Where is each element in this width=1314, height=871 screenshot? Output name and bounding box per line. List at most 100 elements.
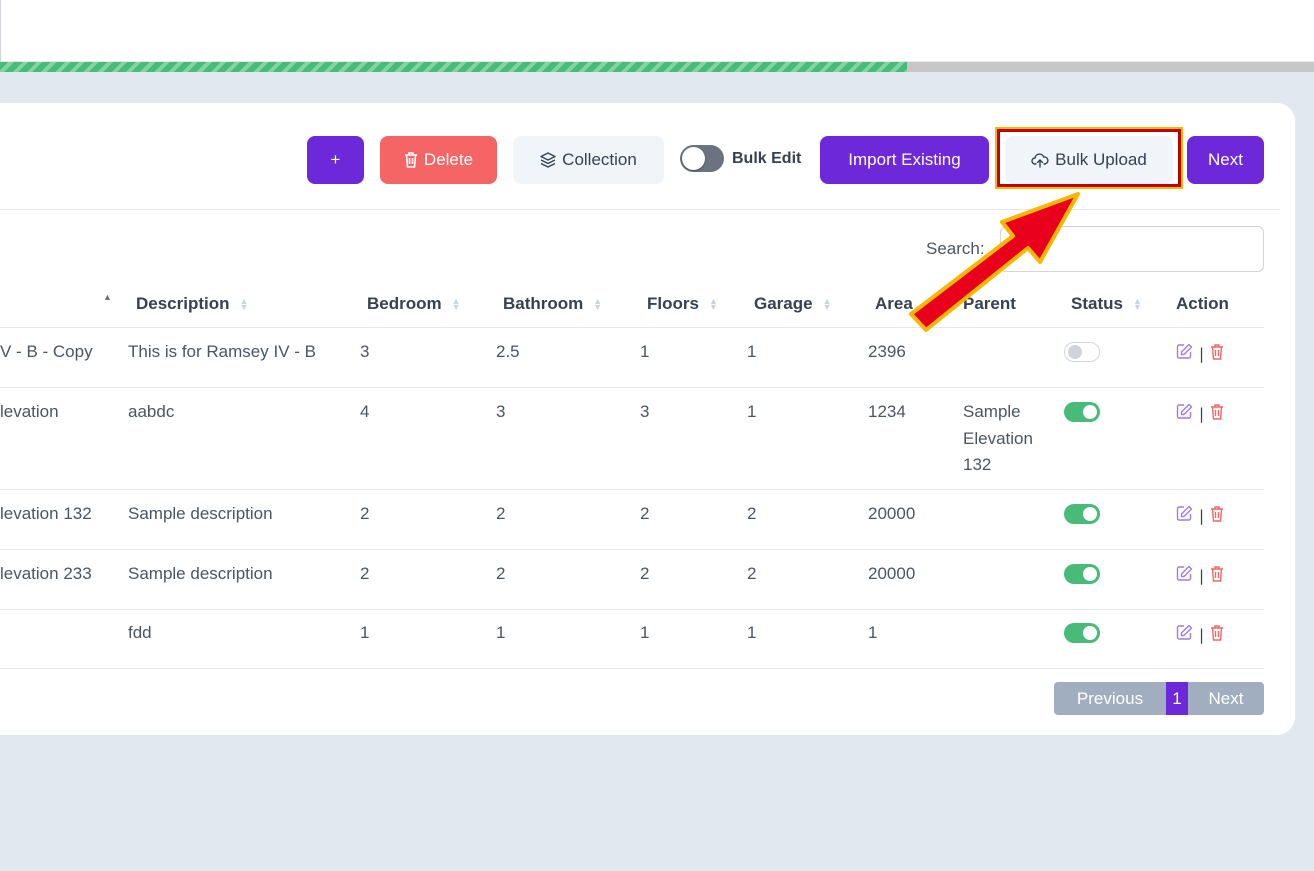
pagination: Previous 1 Next — [1054, 682, 1264, 715]
column-header-parent: Parent — [963, 294, 1016, 314]
action-separator: | — [1199, 625, 1205, 644]
previous-page-button[interactable]: Previous — [1054, 682, 1166, 715]
cell-bathroom: 2.5 — [496, 342, 520, 361]
column-header-description[interactable]: Description ▲ ▼ — [136, 294, 248, 314]
cell-floors: 1 — [640, 342, 650, 361]
toolbar-divider — [0, 209, 1280, 210]
edit-icon[interactable] — [1176, 565, 1193, 586]
edit-icon[interactable] — [1176, 403, 1193, 424]
delete-icon[interactable] — [1210, 624, 1224, 645]
cell-garage: 1 — [747, 402, 757, 421]
trash-icon — [404, 152, 418, 168]
bulk-edit-toggle[interactable] — [680, 145, 724, 172]
progress-bar — [0, 62, 1314, 72]
import-existing-label: Import Existing — [848, 150, 961, 169]
row-actions: | — [1176, 624, 1224, 645]
cell-bedroom: 4 — [360, 402, 370, 421]
sort-name-column[interactable]: ▲ — [93, 293, 112, 302]
header-label: Floors — [647, 294, 699, 313]
column-header-garage[interactable]: Garage ▲ ▼ — [754, 294, 832, 314]
column-header-bathroom[interactable]: Bathroom ▲ ▼ — [503, 294, 602, 314]
cell-area: 20000 — [868, 504, 916, 523]
bulk-upload-button[interactable]: Bulk Upload — [1005, 136, 1173, 184]
progress-fill — [0, 62, 907, 72]
cell-area: 1234 — [868, 402, 906, 421]
row-divider — [0, 327, 1264, 328]
cell-name: levation 132 — [0, 504, 92, 523]
next-label: Next — [1208, 150, 1243, 169]
delete-icon[interactable] — [1210, 403, 1224, 424]
cell-bedroom: 1 — [360, 623, 370, 642]
import-existing-button[interactable]: Import Existing — [820, 136, 989, 184]
cell-garage: 2 — [747, 564, 757, 583]
column-header-action: Action — [1176, 294, 1229, 314]
next-page-button[interactable]: Next — [1188, 682, 1264, 715]
row-actions: | — [1176, 565, 1224, 586]
cell-name: levation — [0, 402, 59, 421]
cell-description: This is for Ramsey IV - B — [128, 342, 316, 361]
edit-icon[interactable] — [1176, 343, 1193, 364]
status-toggle[interactable] — [1064, 402, 1100, 422]
row-actions: | — [1176, 505, 1224, 526]
cell-floors: 3 — [640, 402, 650, 421]
edit-icon[interactable] — [1176, 505, 1193, 526]
delete-label: Delete — [423, 150, 474, 169]
cell-description: fdd — [128, 623, 152, 642]
header-label: Status — [1071, 294, 1123, 313]
delete-icon[interactable] — [1210, 343, 1224, 364]
cell-garage: 1 — [747, 342, 757, 361]
header-label: Bathroom — [503, 294, 584, 313]
row-divider — [0, 549, 1264, 550]
header-label: Description — [136, 294, 230, 313]
action-separator: | — [1199, 566, 1205, 585]
cell-area: 1 — [868, 623, 878, 642]
search-input[interactable] — [1000, 226, 1264, 272]
add-button[interactable]: + — [307, 136, 364, 184]
sort-icon: ▲ ▼ — [1132, 296, 1142, 312]
status-toggle[interactable] — [1064, 564, 1100, 584]
cell-bathroom: 3 — [496, 402, 506, 421]
cell-description: Sample description — [128, 504, 273, 523]
action-separator: | — [1199, 404, 1205, 423]
action-separator: | — [1199, 344, 1205, 363]
column-header-bedroom[interactable]: Bedroom ▲ ▼ — [367, 294, 461, 314]
column-header-area[interactable]: Area — [875, 294, 913, 314]
action-separator: | — [1199, 506, 1205, 525]
row-actions: | — [1176, 343, 1224, 364]
delete-icon[interactable] — [1210, 565, 1224, 586]
sort-icon: ▲ ▼ — [708, 296, 718, 312]
cloud-upload-icon — [1031, 152, 1049, 168]
collection-button[interactable]: Collection — [513, 136, 664, 184]
column-header-status[interactable]: Status ▲ ▼ — [1071, 294, 1142, 314]
next-button[interactable]: Next — [1187, 136, 1264, 184]
cell-name: V - B - Copy — [0, 342, 93, 361]
add-label: + — [330, 150, 341, 169]
status-toggle[interactable] — [1064, 504, 1100, 524]
status-toggle[interactable] — [1064, 342, 1100, 362]
cell-bathroom: 2 — [496, 504, 506, 523]
cell-bathroom: 1 — [496, 623, 506, 642]
bulk-edit-toggle-group: Bulk Edit — [680, 145, 801, 172]
cell-bedroom: 2 — [360, 564, 370, 583]
header-label: Area — [875, 294, 913, 313]
search-label: Search: — [926, 239, 985, 258]
layers-icon — [540, 152, 556, 168]
cell-area: 2396 — [868, 342, 906, 361]
cell-description: aabdc — [128, 402, 175, 421]
edit-icon[interactable] — [1176, 624, 1193, 645]
header-label: Garage — [754, 294, 813, 313]
row-actions: | — [1176, 403, 1224, 424]
row-divider — [0, 489, 1264, 490]
delete-button[interactable]: Delete — [380, 136, 497, 184]
sort-icon: ▲ ▼ — [451, 296, 461, 312]
toggle-knob — [682, 147, 705, 170]
column-header-floors[interactable]: Floors ▲ ▼ — [647, 294, 718, 314]
cell-area: 20000 — [868, 564, 916, 583]
cell-floors: 1 — [640, 623, 650, 642]
status-toggle[interactable] — [1064, 623, 1100, 643]
page-number-button[interactable]: 1 — [1166, 682, 1188, 715]
header-label: Parent — [963, 294, 1016, 313]
delete-icon[interactable] — [1210, 505, 1224, 526]
cell-name: levation 233 — [0, 564, 92, 583]
cell-bathroom: 2 — [496, 564, 506, 583]
